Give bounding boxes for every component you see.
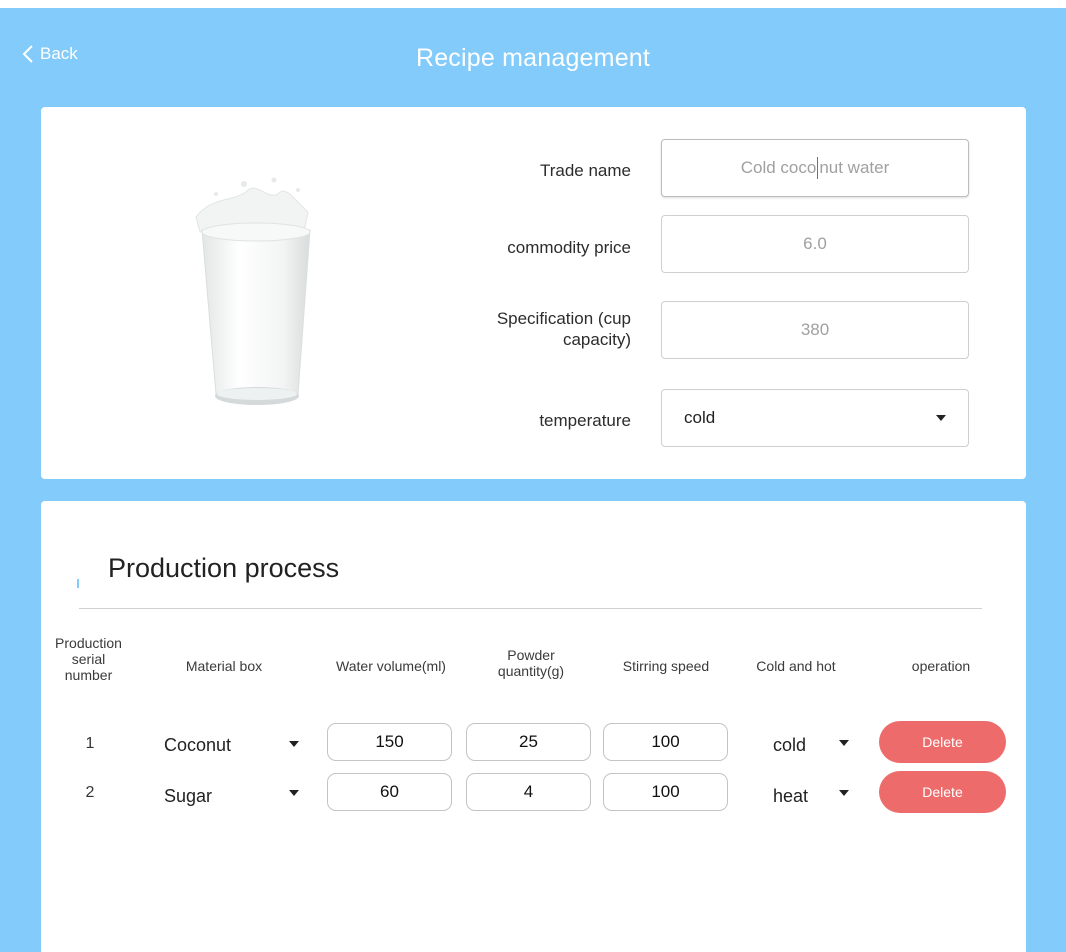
section-divider [79,608,982,609]
section-marker [77,579,79,588]
row2-speed-input[interactable]: 100 [603,773,728,811]
commodity-price-label: commodity price [507,238,631,257]
specification-input[interactable]: 380 [661,301,969,359]
production-process-card: Production process Production serial num… [41,501,1026,952]
temperature-value: cold [684,408,716,427]
header-water-volume: Water volume(ml) [336,658,446,674]
specification-label: Specification (cup capacity) [497,308,631,350]
top-strip [0,0,1066,8]
page-title: Recipe management [415,44,651,72]
header-serial-number: Production serial number [41,635,136,683]
trade-name-value-part1: Cold coco [740,158,817,177]
header-serial-line2: serial [71,651,106,667]
header-serial-line3: number [64,667,113,683]
header-serial-line1: Production [55,635,122,651]
row2-material-select[interactable]: Sugar [164,786,212,807]
row1-powder-input[interactable]: 25 [466,723,591,761]
header-operation: operation [911,658,971,674]
header-powder-quantity: Powder quantity(g) [471,647,591,679]
row2-serial: 2 [85,784,95,801]
caret-down-icon[interactable] [289,741,299,747]
product-info-card: Trade name Cold coco nut water commodity … [41,107,1026,479]
temperature-label: temperature [539,411,631,430]
trade-name-input[interactable]: Cold coco nut water [661,139,969,197]
trade-name-value-part2: nut water [819,158,890,177]
row2-water-input[interactable]: 60 [327,773,452,811]
row2-temperature-select[interactable]: heat [773,786,808,807]
row1-temperature-select[interactable]: cold [773,735,806,756]
specification-label-line2: capacity) [562,330,631,349]
trade-name-label: Trade name [539,161,631,180]
row1-material-select[interactable]: Coconut [164,735,231,756]
text-caret [817,157,819,179]
header-powder-line2: quantity(g) [497,663,565,679]
header-material-box: Material box [185,658,263,674]
milk-glass-image [195,177,311,405]
caret-down-icon[interactable] [839,790,849,796]
section-title: Production process [108,553,340,583]
row2-powder-input[interactable]: 4 [466,773,591,811]
row1-speed-input[interactable]: 100 [603,723,728,761]
header-stirring-speed: Stirring speed [622,658,710,674]
header-cold-and-hot: Cold and hot [756,658,836,674]
caret-down-icon[interactable] [289,790,299,796]
temperature-select[interactable]: cold [661,389,969,447]
caret-down-icon [936,415,946,421]
row1-serial: 1 [85,735,95,752]
row2-delete-button[interactable]: Delete [879,771,1006,813]
commodity-price-input[interactable]: 6.0 [661,215,969,273]
specification-label-line1: Specification (cup [496,309,631,328]
caret-down-icon[interactable] [839,740,849,746]
header-powder-line1: Powder [507,647,555,663]
row1-water-input[interactable]: 150 [327,723,452,761]
row1-delete-button[interactable]: Delete [879,721,1006,763]
